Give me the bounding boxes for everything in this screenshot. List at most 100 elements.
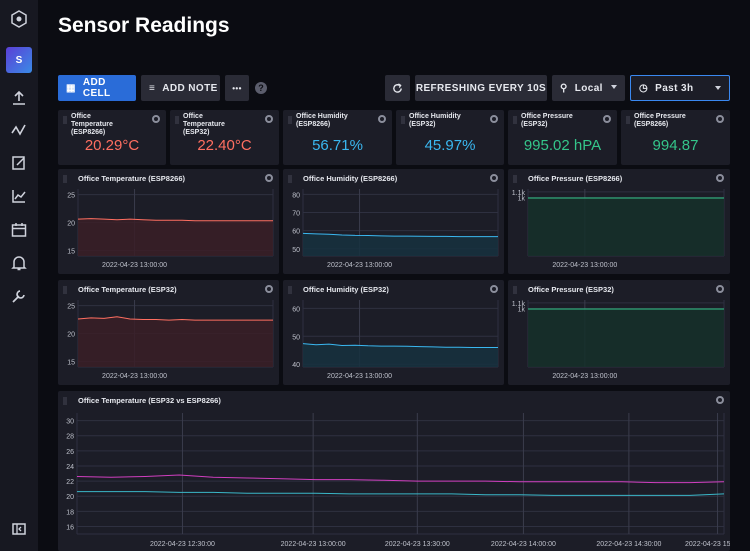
x-tick-label: 2022-04-23 13:00:00 [102,373,167,380]
drag-handle-icon[interactable] [63,116,67,124]
settings-wrench-icon[interactable] [10,287,28,305]
gear-icon[interactable] [716,285,724,293]
gear-icon[interactable] [716,174,724,182]
gear-icon[interactable] [490,115,498,123]
page-title: Sensor Readings [58,14,230,37]
graph-cell[interactable]: 25 20 15 2022-04-23 13:00:00 Office Tempera… [58,169,279,274]
x-tick-label: 2022-04-23 15:00:00 [685,541,730,548]
drag-handle-icon[interactable] [288,175,292,183]
x-tick-label: 2022-04-23 13:00:00 [552,262,617,269]
gear-icon[interactable] [152,115,160,123]
collapse-icon[interactable] [10,520,28,538]
graph-cell[interactable]: 60 50 40 2022-04-23 13:00:00 Office Humidit… [283,280,504,385]
graph-title: Office Temperature (ESP32) [78,285,177,294]
x-tick-label: 2022-04-23 13:00:00 [102,262,167,269]
drag-handle-icon[interactable] [288,286,292,294]
graph-cell[interactable]: 30 28 26 24 22 20 18 16 2022-04-23 12:30:00 2022-… [58,391,730,551]
y-tick-label: 18 [66,509,74,516]
gear-icon[interactable] [265,115,273,123]
drag-handle-icon[interactable] [63,397,67,405]
gear-icon[interactable] [490,285,498,293]
graph-title: Office Humidity (ESP32) [303,285,389,294]
gear-icon[interactable] [265,285,273,293]
drag-handle-icon[interactable] [175,116,179,124]
series-line [77,491,725,496]
notebook-icon[interactable] [10,154,28,172]
chevron-down-icon [611,85,617,89]
y-tick-label: 28 [66,434,74,441]
graph-cell[interactable]: 1.1k 1k 2022-04-23 13:00:00 Office Pressur… [508,280,730,385]
stat-title: Office Temperature (ESP8266) [71,113,113,136]
y-tick-label: 50 [292,247,300,254]
gear-icon[interactable] [716,396,724,404]
y-tick-label: 20 [67,332,75,339]
drag-handle-icon[interactable] [63,286,67,294]
gear-icon[interactable] [603,115,611,123]
timezone-dropdown[interactable]: ⚲ Local [552,75,625,101]
drag-handle-icon[interactable] [513,175,517,183]
stat-title: Office Humidity (ESP32) [409,113,461,128]
chevron-down-icon [715,86,721,90]
stat-cell[interactable]: Office Pressure (ESP32) 995.02 hPA [508,110,617,165]
stat-cell[interactable]: Office Temperature (ESP32) 22.40°C [170,110,279,165]
gear-icon[interactable] [716,115,724,123]
stat-value: 45.97% [424,137,476,154]
refresh-button[interactable] [385,75,410,101]
stat-title: Office Temperature (ESP32) [183,113,225,136]
drag-handle-icon[interactable] [63,175,67,183]
line-chart: 80 70 60 50 2022-04-23 13:00:00 [292,189,499,269]
series-area [78,316,273,367]
stat-value: 22.40°C [197,137,252,154]
graph-cell[interactable]: 1.1k 1k 2022-04-23 13:00:00 Office Pressur… [508,169,730,274]
line-chart: 30 28 26 24 22 20 18 16 2022-04-23 12:30:00 2022-… [66,413,730,548]
add-cell-button[interactable]: ▦ ADD CELL [58,75,136,101]
stat-cell[interactable]: Office Humidity (ESP8266) 56.71% [283,110,392,165]
add-note-button[interactable]: ≡ ADD NOTE [141,75,220,101]
refresh-icon [393,82,402,93]
y-tick-label: 20 [67,221,75,228]
line-chart: 25 20 15 2022-04-23 13:00:00 [67,189,274,269]
y-tick-label: 26 [66,449,74,456]
upload-icon[interactable] [10,89,28,107]
dashboard-icon[interactable] [10,187,28,205]
series-area [78,218,273,256]
graph-cell[interactable]: 25 20 15 2022-04-23 13:00:00 Office Tempera… [58,280,279,385]
influx-logo-icon[interactable] [10,10,28,28]
x-tick-label: 2022-04-23 13:00:00 [327,373,392,380]
stat-cell[interactable]: Office Humidity (ESP32) 45.97% [396,110,504,165]
y-tick-label: 60 [292,306,300,313]
x-tick-label: 2022-04-23 13:00:00 [281,541,346,548]
gear-icon[interactable] [378,115,386,123]
drag-handle-icon[interactable] [513,286,517,294]
alerts-icon[interactable] [10,254,28,272]
stat-cell[interactable]: Office Temperature (ESP8266) 20.29°C [58,110,166,165]
drag-handle-icon[interactable] [288,116,292,124]
x-tick-label: 2022-04-23 13:00:00 [327,262,392,269]
tasks-icon[interactable] [10,221,28,239]
org-avatar[interactable]: S [6,47,32,73]
stat-title: Office Pressure (ESP32) [521,113,573,128]
y-tick-label: 1k [518,196,526,203]
more-options-button[interactable]: ••• [225,75,249,101]
stat-title: Office Humidity (ESP8266) [296,113,348,128]
data-explorer-icon[interactable] [10,121,28,139]
help-icon[interactable]: ? [255,82,267,94]
refresh-interval-dropdown[interactable]: REFRESHING EVERY 10S [415,75,547,101]
y-tick-label: 60 [292,229,300,236]
graph-cell[interactable]: 80 70 60 50 2022-04-23 13:00:00 Office Humid… [283,169,504,274]
x-tick-label: 2022-04-23 14:00:00 [491,541,556,548]
line-chart: 60 50 40 2022-04-23 13:00:00 [292,300,499,380]
y-tick-label: 15 [67,248,75,255]
series-area [528,198,724,256]
y-tick-label: 40 [292,362,300,369]
gear-icon[interactable] [265,174,273,182]
drag-handle-icon[interactable] [401,116,405,124]
stat-cell[interactable]: Office Pressure (ESP8266) 994.87 [621,110,730,165]
line-chart: 25 20 15 2022-04-23 13:00:00 [67,300,274,380]
graph-title: Office Temperature (ESP8266) [78,174,185,183]
time-range-dropdown[interactable]: ◷ Past 3h [630,75,730,101]
drag-handle-icon[interactable] [513,116,517,124]
stat-value: 56.71% [312,137,363,154]
gear-icon[interactable] [490,174,498,182]
drag-handle-icon[interactable] [626,116,630,124]
